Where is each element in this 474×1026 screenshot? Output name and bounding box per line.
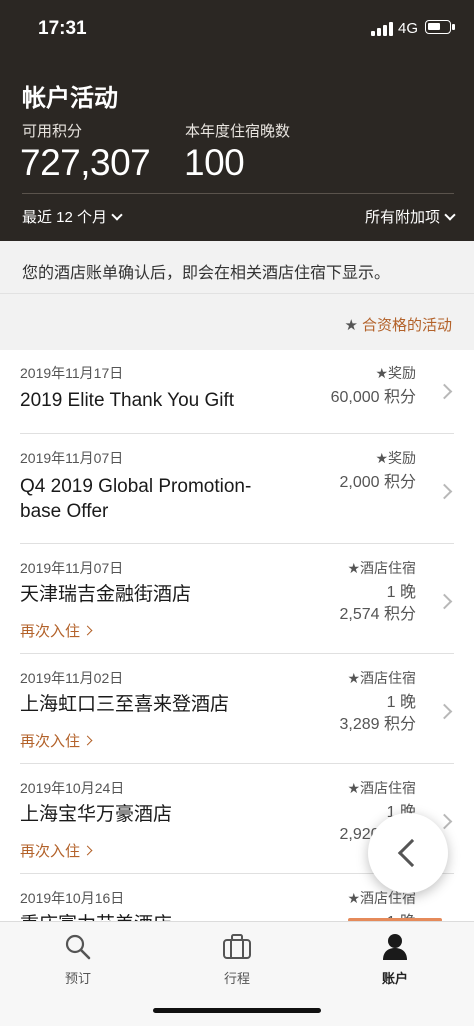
activity-item[interactable]: 2019年11月17日 ★奖励 2019 Elite Thank You Gif… xyxy=(0,350,474,434)
qualifying-filter-label: 合资格的活动 xyxy=(361,317,452,334)
home-indicator xyxy=(153,1008,321,1013)
activity-nights-points: 1 晚 3,289 积分 xyxy=(339,694,417,733)
activity-title: 上海宝华万豪酒店 xyxy=(20,804,173,825)
activity-item[interactable]: 2019年11月02日 ★酒店住宿 上海虹口三至喜来登酒店 1 晚 3,289 … xyxy=(0,654,474,764)
chevron-right-icon xyxy=(436,383,453,400)
account-header: 17:31 4G 帐户活动 可用积分 727,307 本年度住宿晚数 100 最… xyxy=(0,0,474,241)
star-icon: ★ xyxy=(375,365,388,381)
pending-notice: 您的酒店账单确认后，即会在相关酒店住宿下显示。 xyxy=(0,241,474,294)
status-time: 17:31 xyxy=(38,18,87,39)
activity-points: 2,000 积分 xyxy=(339,474,417,491)
available-points-label: 可用积分 xyxy=(22,123,83,140)
activity-category: ★奖励 xyxy=(375,450,416,466)
extras-filter-button[interactable]: 所有附加项 xyxy=(364,206,456,227)
activity-category: ★奖励 xyxy=(375,365,416,381)
tab-label: 行程 xyxy=(223,971,250,986)
star-icon: ★ xyxy=(347,670,360,686)
activity-date: 2019年11月07日 xyxy=(20,450,124,466)
activity-date: 2019年11月07日 xyxy=(20,560,124,576)
activity-title: 重庆富力艾美酒店 xyxy=(20,912,172,921)
floating-back-button[interactable] xyxy=(368,813,448,893)
status-bar: 17:31 4G xyxy=(0,0,474,58)
person-icon xyxy=(380,932,410,962)
header-divider xyxy=(22,193,454,194)
activity-title: 2019 Elite Thank You Gift xyxy=(20,390,235,411)
rebook-link[interactable]: 再次入住 xyxy=(20,840,93,861)
battery-level xyxy=(428,23,440,30)
star-icon: ★ xyxy=(347,560,360,576)
chevron-right-icon xyxy=(436,483,453,500)
star-icon: ★ xyxy=(344,316,358,334)
suitcase-icon xyxy=(222,932,252,962)
chevron-right-icon xyxy=(82,845,93,856)
activity-category: ★酒店住宿 xyxy=(347,780,416,796)
activity-date: 2019年11月17日 xyxy=(20,365,124,381)
chevron-right-icon xyxy=(82,625,93,636)
activity-date: 2019年10月24日 xyxy=(20,780,125,796)
tab-account[interactable]: 账户 xyxy=(345,932,445,987)
tab-label: 账户 xyxy=(381,971,408,986)
star-icon: ★ xyxy=(347,780,360,796)
qualifying-bar: ★ 合资格的活动 xyxy=(0,294,474,350)
extras-filter-label: 所有附加项 xyxy=(364,209,440,226)
qualifying-filter-button[interactable]: ★ 合资格的活动 xyxy=(345,314,452,335)
signal-icon xyxy=(371,22,395,36)
activity-category: ★酒店住宿 xyxy=(347,560,416,576)
chevron-down-icon xyxy=(111,208,123,221)
available-points-value: 727,307 xyxy=(20,142,151,183)
network-label: 4G xyxy=(398,20,419,37)
page-title: 帐户活动 xyxy=(22,85,118,112)
search-icon xyxy=(63,932,93,962)
activity-title: Q4 2019 Global Promotion- base Offer xyxy=(20,476,252,522)
activity-date: 2019年11月02日 xyxy=(20,670,124,686)
rebook-link[interactable]: 再次入住 xyxy=(20,620,93,641)
activity-category: ★酒店住宿 xyxy=(347,670,416,686)
tab-label: 预订 xyxy=(64,971,91,986)
activity-nights-points: 1 晚 2,574 积分 xyxy=(339,584,417,623)
period-filter-label: 最近 12 个月 xyxy=(22,209,108,226)
chevron-right-icon xyxy=(82,735,93,746)
activity-points: 60,000 积分 xyxy=(330,389,416,406)
star-icon: ★ xyxy=(375,450,388,466)
activity-date: 2019年10月16日 xyxy=(20,890,125,906)
tab-trips[interactable]: 行程 xyxy=(187,932,287,987)
activity-title: 天津瑞吉金融街酒店 xyxy=(20,584,192,605)
chevron-down-icon xyxy=(444,208,456,221)
chevron-right-icon xyxy=(436,593,453,610)
star-icon: ★ xyxy=(347,890,360,906)
activity-item[interactable]: 2019年11月07日 ★酒店住宿 天津瑞吉金融街酒店 1 晚 2,574 积分… xyxy=(0,544,474,654)
period-filter-button[interactable]: 最近 12 个月 xyxy=(22,206,123,227)
chevron-right-icon xyxy=(436,703,453,720)
activity-item[interactable]: 2019年11月07日 ★奖励 Q4 2019 Global Promotion… xyxy=(0,434,474,544)
rebook-link[interactable]: 再次入住 xyxy=(20,730,93,751)
tab-book[interactable]: 预订 xyxy=(28,932,128,987)
activity-title: 上海虹口三至喜来登酒店 xyxy=(20,694,230,715)
nights-label: 本年度住宿晚数 xyxy=(185,123,291,140)
battery-icon xyxy=(425,20,455,34)
chevron-left-icon xyxy=(397,838,427,868)
nights-value: 100 xyxy=(184,142,245,183)
